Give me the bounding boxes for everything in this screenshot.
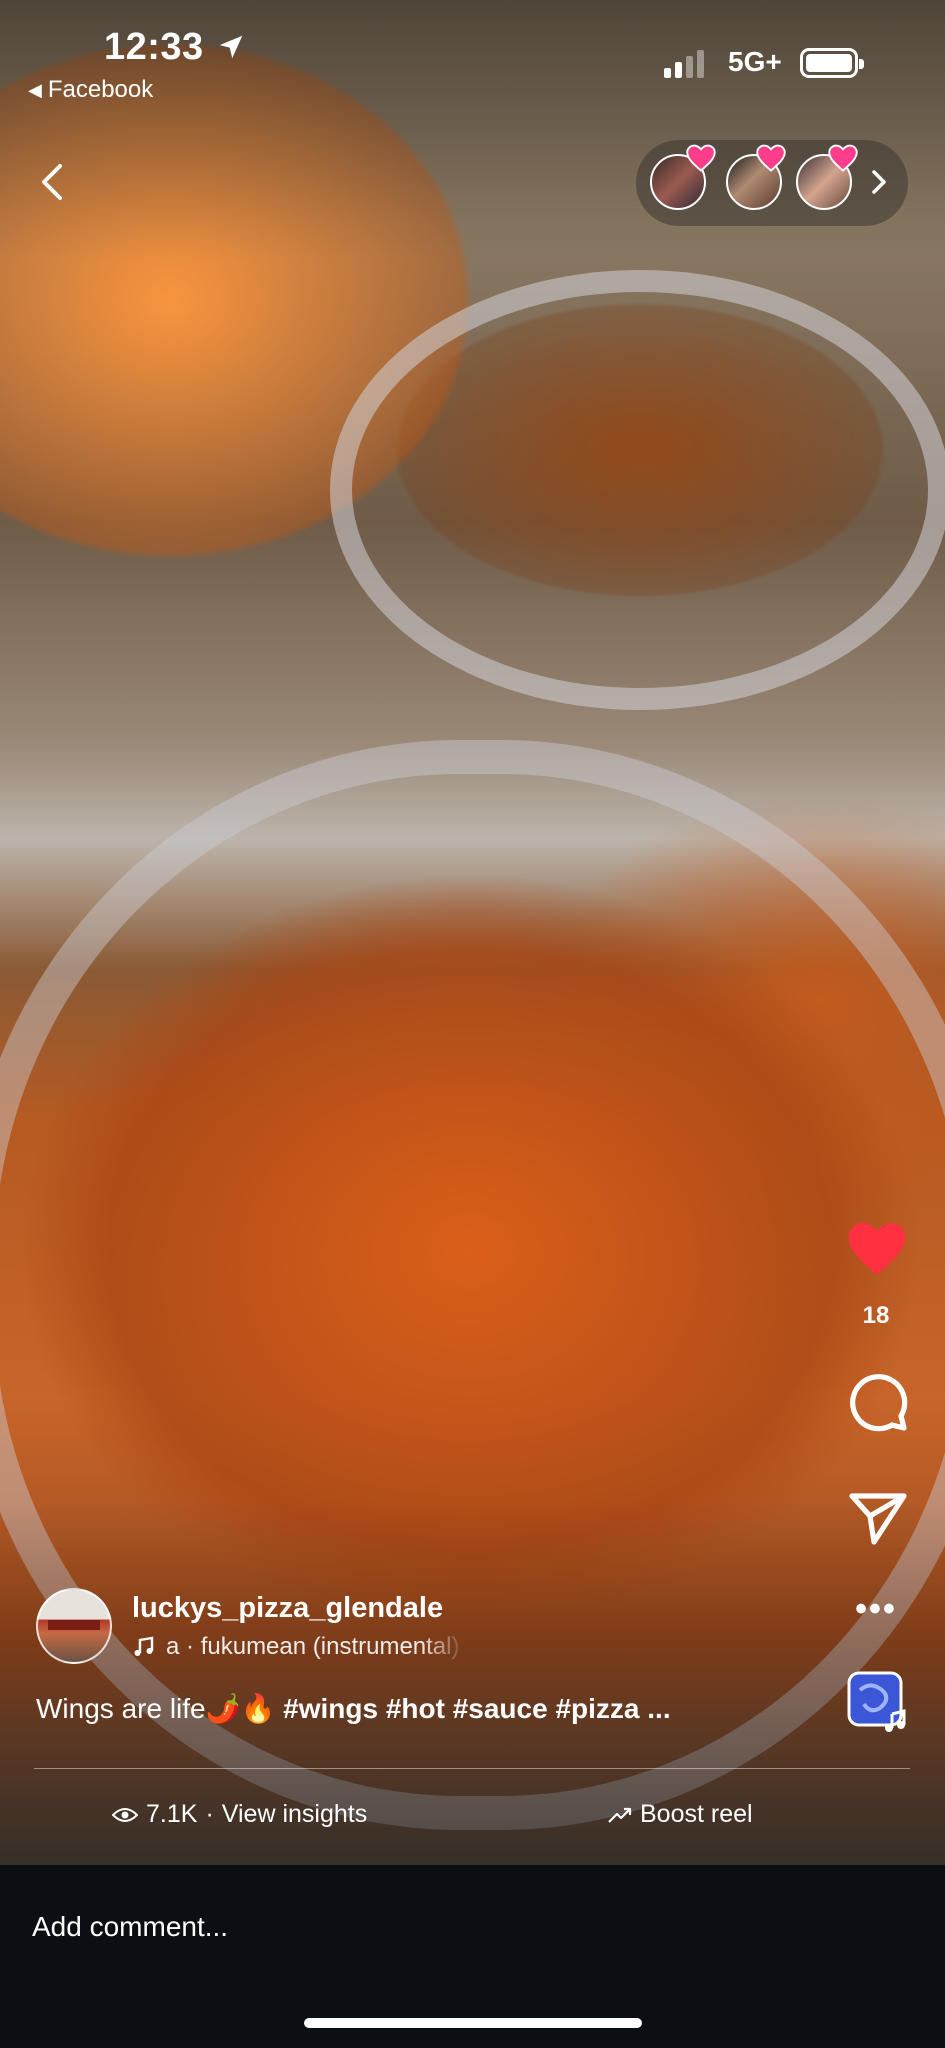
back-chevron-icon[interactable] — [34, 160, 70, 204]
post-author[interactable]: luckys_pizza_glendale a · fukumean (inst… — [36, 1588, 466, 1664]
cellular-signal-icon — [664, 50, 704, 78]
music-note-icon — [134, 1636, 154, 1656]
comment-bar: Add comment... — [0, 1865, 945, 2048]
comment-icon[interactable] — [848, 1372, 908, 1432]
comment-input[interactable]: Add comment... — [32, 1911, 228, 1943]
audio-separator: · — [186, 1632, 195, 1660]
insights-separator: · — [205, 1800, 214, 1828]
like-count[interactable]: 18 — [836, 1302, 916, 1330]
audio-thumbnail-icon[interactable] — [846, 1670, 912, 1736]
divider — [34, 1768, 910, 1769]
heart-badge-icon — [756, 144, 786, 172]
more-options-icon[interactable]: ••• — [836, 1590, 916, 1629]
heart-icon[interactable] — [846, 1220, 908, 1278]
view-insights-button[interactable]: 7.1K · View insights — [112, 1800, 367, 1829]
audio-prefix: a — [166, 1632, 180, 1660]
battery-icon — [800, 48, 864, 78]
back-to-app[interactable]: ◀ Facebook — [28, 76, 153, 104]
boost-label: Boost reel — [640, 1800, 753, 1828]
caption-emoji: 🌶️🔥 — [205, 1693, 276, 1724]
insights-label: View insights — [221, 1800, 368, 1828]
views-count: 7.1K — [146, 1800, 198, 1828]
username[interactable]: luckys_pizza_glendale — [132, 1592, 466, 1625]
post-caption[interactable]: Wings are life🌶️🔥 #wings #hot #sauce #pi… — [36, 1692, 671, 1725]
back-triangle-icon: ◀ — [28, 79, 42, 100]
network-type: 5G+ — [728, 46, 782, 77]
caption-hashtags[interactable]: #wings #hot #sauce #pizza ... — [283, 1693, 670, 1724]
author-avatar[interactable] — [36, 1588, 112, 1664]
send-icon[interactable] — [848, 1490, 908, 1546]
trending-up-icon — [608, 1807, 632, 1823]
location-arrow-icon — [219, 35, 243, 59]
home-indicator[interactable] — [304, 2018, 642, 2028]
caption-text: Wings are life — [36, 1693, 206, 1724]
heart-badge-icon — [686, 144, 716, 172]
foil-tray-back — [330, 270, 945, 710]
audio-track: fukumean (instrumental) — [200, 1632, 460, 1660]
reel-video[interactable] — [0, 0, 945, 1865]
eye-icon — [112, 1807, 138, 1822]
back-app-label: Facebook — [47, 76, 154, 103]
status-time: 12:33 — [104, 26, 204, 68]
boost-reel-button[interactable]: Boost reel — [608, 1800, 753, 1829]
heart-badge-icon — [828, 144, 858, 172]
chevron-right-icon — [872, 170, 886, 194]
viewers-pill[interactable] — [636, 140, 908, 226]
audio-track-row[interactable]: a · fukumean (instrumental) — [132, 1633, 466, 1661]
